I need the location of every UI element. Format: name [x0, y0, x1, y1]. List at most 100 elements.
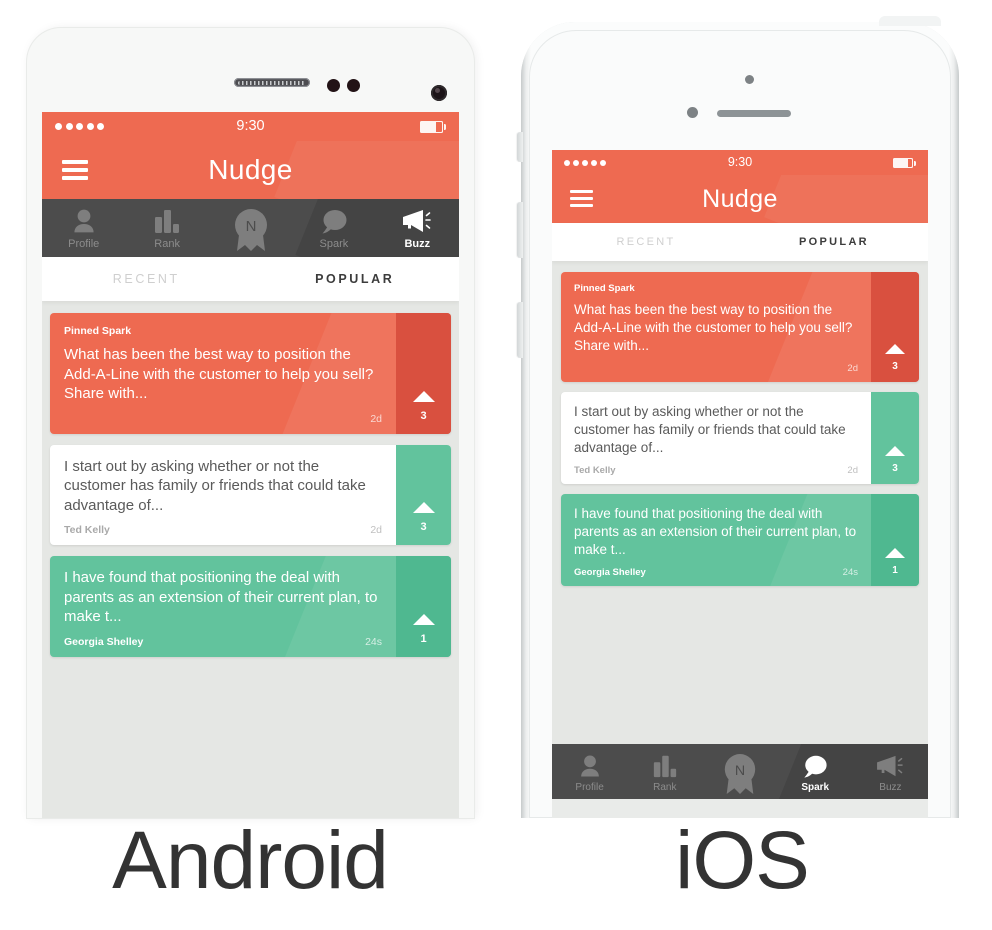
table-row[interactable]: I have found that positioning the deal w…	[50, 556, 451, 657]
card-author: Georgia Shelley	[64, 635, 144, 648]
card-timestamp: 2d	[370, 412, 382, 425]
android-screen: 9:30 Nudge Profile Rank N Spark Buzz REC…	[42, 112, 459, 818]
tab-label: Profile	[68, 238, 100, 250]
tab-profile[interactable]: Profile	[552, 744, 627, 793]
card-author: Ted Kelly	[64, 524, 110, 536]
tab-label: Buzz	[879, 782, 902, 793]
upvote-arrow-icon	[885, 344, 905, 354]
android-segmented-control: RECENT POPULAR	[42, 257, 459, 301]
card-author: Ted Kelly	[574, 465, 616, 476]
android-status-bar: 9:30	[42, 112, 459, 141]
segment-recent[interactable]: RECENT	[42, 272, 251, 286]
ios-screen: 9:30 Nudge RECENT POPULAR Pinned Spark W…	[552, 150, 928, 818]
nudge-badge-icon: N	[234, 209, 267, 251]
tab-buzz[interactable]: Buzz	[376, 199, 459, 250]
app-title: Nudge	[702, 184, 778, 213]
bar-chart-icon	[155, 210, 180, 233]
vote-count: 3	[892, 361, 898, 372]
ios-volume-down-button[interactable]	[517, 302, 523, 358]
upvote-arrow-icon	[885, 446, 905, 456]
megaphone-icon	[877, 755, 904, 777]
segment-recent[interactable]: RECENT	[552, 236, 740, 248]
tab-buzz[interactable]: Buzz	[853, 744, 928, 793]
android-app-bar: Nudge	[42, 141, 459, 199]
pinned-label: Pinned Spark	[64, 325, 132, 337]
hamburger-menu-icon[interactable]	[570, 190, 593, 208]
android-tab-bar: Profile Rank N Spark Buzz	[42, 199, 459, 257]
caption-ios: iOS	[675, 815, 810, 906]
bar-chart-icon	[653, 755, 676, 778]
tab-label: Spark	[319, 238, 349, 250]
android-earpiece-speaker	[234, 78, 310, 87]
table-row[interactable]: I start out by asking whether or not the…	[561, 392, 919, 484]
svg-text:N: N	[735, 763, 745, 779]
app-title: Nudge	[208, 154, 293, 185]
vote-count: 3	[892, 463, 898, 474]
ios-antenna-nub	[879, 16, 941, 26]
tab-label: Rank	[154, 238, 180, 250]
hamburger-menu-icon[interactable]	[62, 160, 88, 180]
segment-popular[interactable]: POPULAR	[740, 236, 928, 248]
upvote-arrow-icon	[412, 613, 435, 625]
card-author: Georgia Shelley	[574, 567, 646, 578]
upvote-button[interactable]: 1	[396, 556, 451, 657]
tab-nudge-badge[interactable]: N	[209, 199, 292, 251]
ios-volume-up-button[interactable]	[517, 202, 523, 258]
card-timestamp: 24s	[842, 567, 858, 578]
caption-android: Android	[112, 815, 389, 906]
card-text: What has been the best way to position t…	[574, 302, 853, 353]
megaphone-icon	[403, 210, 432, 232]
upvote-button[interactable]: 3	[396, 313, 451, 434]
ios-feed-list[interactable]: Pinned Spark What has been the best way …	[552, 261, 928, 744]
tab-label: Profile	[575, 782, 604, 793]
table-row[interactable]: I have found that positioning the deal w…	[561, 494, 919, 586]
ios-tab-bar: Profile Rank N Spark Buzz	[552, 744, 928, 799]
segment-popular[interactable]: POPULAR	[251, 272, 460, 286]
ios-silent-switch[interactable]	[517, 132, 523, 162]
tab-spark[interactable]: Spark	[292, 199, 375, 250]
card-timestamp: 2d	[370, 524, 382, 536]
card-text: I start out by asking whether or not the…	[574, 404, 846, 455]
tab-label: Rank	[653, 782, 677, 793]
ios-front-panel: 9:30 Nudge RECENT POPULAR Pinned Spark W…	[529, 30, 951, 818]
tab-rank[interactable]: Rank	[125, 199, 208, 250]
upvote-arrow-icon	[885, 548, 905, 558]
speech-bubble-icon	[322, 210, 347, 234]
card-text: What has been the best way to position t…	[64, 346, 374, 402]
ios-earpiece-speaker	[717, 110, 791, 117]
ios-segmented-control: RECENT POPULAR	[552, 223, 928, 261]
card-timestamp: 2d	[847, 465, 858, 476]
card-text: I start out by asking whether or not the…	[64, 457, 366, 514]
table-row[interactable]: I start out by asking whether or not the…	[50, 444, 451, 545]
android-feed-list[interactable]: Pinned Spark What has been the best way …	[42, 301, 459, 818]
speech-bubble-icon	[804, 755, 827, 778]
person-icon	[580, 755, 599, 777]
upvote-button[interactable]: 3	[871, 392, 919, 484]
tab-label: Buzz	[404, 238, 431, 250]
android-sensor-dot-1	[327, 79, 340, 92]
ios-front-camera	[745, 75, 754, 84]
table-row[interactable]: Pinned Spark What has been the best way …	[50, 313, 451, 434]
tab-profile[interactable]: Profile	[42, 199, 125, 250]
vote-count: 3	[420, 409, 427, 422]
tab-spark[interactable]: Spark	[778, 744, 853, 793]
nudge-badge-icon: N	[724, 754, 756, 794]
tab-label: Spark	[801, 782, 830, 793]
person-icon	[74, 209, 94, 233]
upvote-button[interactable]: 1	[871, 494, 919, 586]
android-front-camera	[431, 85, 447, 101]
upvote-button[interactable]: 3	[396, 444, 451, 545]
upvote-arrow-icon	[412, 502, 435, 513]
tab-nudge-badge[interactable]: N	[702, 744, 777, 794]
card-timestamp: 24s	[365, 635, 382, 648]
tab-rank[interactable]: Rank	[627, 744, 702, 793]
upvote-button[interactable]: 3	[871, 272, 919, 382]
table-row[interactable]: Pinned Spark What has been the best way …	[561, 272, 919, 382]
card-text: I have found that positioning the deal w…	[574, 506, 857, 557]
vote-count: 1	[892, 565, 898, 576]
pinned-label: Pinned Spark	[574, 283, 635, 294]
ios-status-bar: 9:30	[552, 150, 928, 175]
ios-device-frame: 9:30 Nudge RECENT POPULAR Pinned Spark W…	[517, 16, 959, 818]
status-bar-clock: 9:30	[727, 155, 753, 169]
card-text: I have found that positioning the deal w…	[64, 569, 378, 625]
